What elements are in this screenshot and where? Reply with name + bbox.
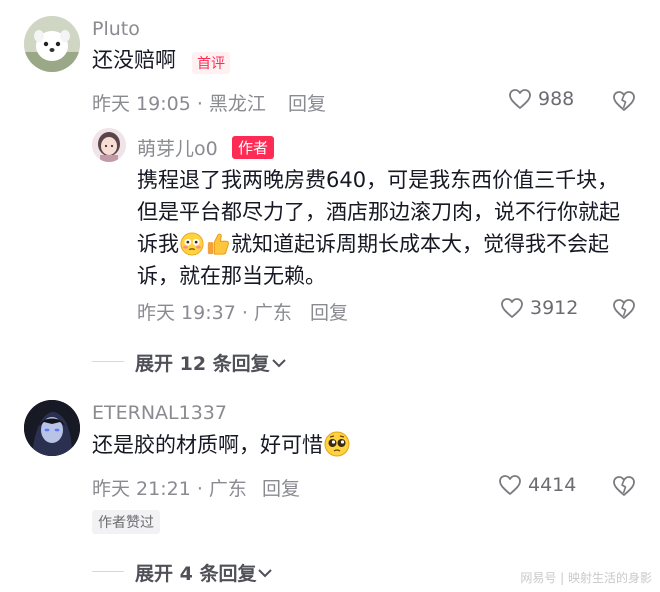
like-count: 4414: [528, 474, 577, 496]
reply-button[interactable]: 回复: [262, 474, 300, 501]
chevron-down-icon: [258, 568, 273, 577]
expand-replies-button[interactable]: 展开 12 条回复: [135, 349, 288, 376]
author-liked-badge: 作者赞过: [92, 510, 160, 534]
embarrassed-emoji-icon: [180, 232, 204, 256]
dislike-button[interactable]: [612, 90, 636, 116]
watermark: 网易号 | 映射生活的身影: [520, 571, 652, 585]
like-button[interactable]: 988: [508, 88, 574, 110]
reply-button[interactable]: 回复: [288, 89, 326, 116]
anime-avatar-icon: [24, 400, 80, 456]
comment-meta: 昨天 21:21 · 广东: [92, 478, 247, 500]
heart-icon: [499, 475, 521, 495]
broken-heart-icon: [613, 91, 635, 111]
first-comment-badge: 首评: [192, 52, 230, 74]
reply-username[interactable]: 萌芽儿o0: [137, 134, 218, 161]
chevron-down-icon: [271, 358, 286, 367]
dislike-button[interactable]: [612, 475, 636, 501]
comment-username[interactable]: Pluto: [92, 18, 140, 40]
reply-meta: 昨天 19:37 · 广东: [137, 302, 292, 324]
like-count: 988: [538, 88, 575, 110]
like-button[interactable]: 3912: [500, 297, 578, 319]
comment-meta: 昨天 19:05 · 黑龙江: [92, 93, 266, 115]
expand-replies-button[interactable]: 展开 4 条回复: [135, 559, 274, 586]
girl-avatar-icon: [92, 128, 126, 162]
expand-divider: [92, 361, 124, 362]
reply-text: 携程退了我两晚房费640，可是我东西价值三千块，但是平台都尽力了，酒店那边滚刀肉…: [137, 168, 620, 288]
broken-heart-icon: [613, 476, 635, 496]
heart-icon: [501, 298, 523, 318]
heart-icon: [509, 89, 531, 109]
like-count: 3912: [530, 297, 579, 319]
expand-divider: [92, 571, 124, 572]
avatar-author[interactable]: [92, 128, 126, 162]
avatar-eternal[interactable]: [24, 400, 80, 456]
reply-button[interactable]: 回复: [310, 298, 348, 325]
broken-heart-icon: [613, 299, 635, 319]
like-button[interactable]: 4414: [498, 474, 576, 496]
comment-username[interactable]: ETERNAL1337: [92, 402, 227, 424]
comment-text: 还没赔啊: [92, 48, 176, 72]
dislike-button[interactable]: [612, 298, 636, 324]
pleading-emoji-icon: [324, 431, 350, 457]
author-badge: 作者: [232, 136, 275, 159]
thumbs-up-emoji-icon: [207, 233, 229, 255]
comment-text: 还是胶的材质啊，好可惜: [92, 429, 351, 461]
avatar-pluto[interactable]: [24, 16, 80, 72]
dog-avatar-icon: [24, 16, 80, 72]
